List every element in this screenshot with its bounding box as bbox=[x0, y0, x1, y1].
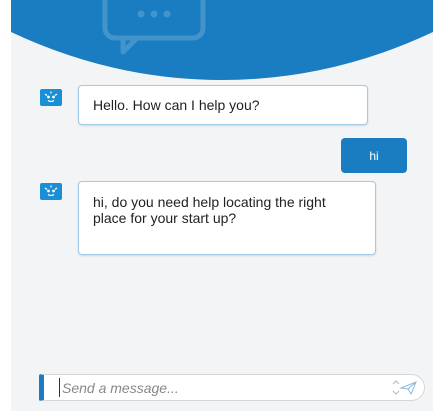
bot-avatar bbox=[40, 183, 62, 200]
bot-icon bbox=[44, 91, 58, 103]
message-composer bbox=[39, 374, 425, 401]
bot-message-text: hi, do you need help locating the right … bbox=[93, 194, 326, 226]
bot-avatar bbox=[40, 89, 62, 106]
bot-message-bubble: hi, do you need help locating the right … bbox=[78, 181, 376, 255]
bot-message-bubble: Hello. How can I help you? bbox=[78, 85, 368, 125]
chat-window: Hello. How can I help you? hi hi, do you… bbox=[11, 0, 433, 411]
user-message-bubble: hi bbox=[341, 138, 407, 173]
bot-icon bbox=[44, 185, 58, 197]
send-button[interactable] bbox=[388, 377, 418, 398]
send-icon bbox=[392, 380, 417, 396]
message-input[interactable] bbox=[59, 378, 342, 397]
chat-header bbox=[11, 0, 433, 80]
bot-message-text: Hello. How can I help you? bbox=[93, 97, 260, 113]
user-message-text: hi bbox=[369, 149, 379, 163]
